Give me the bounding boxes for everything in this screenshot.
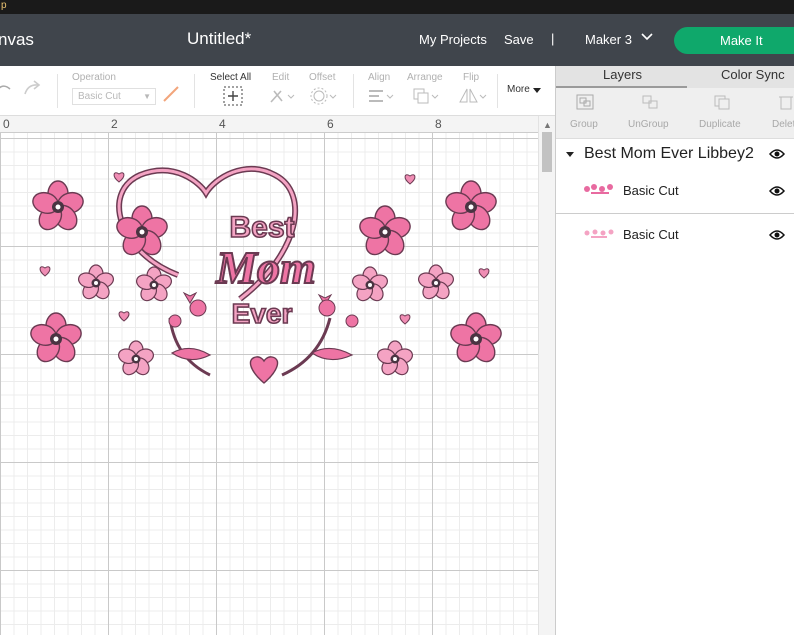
titlebar-text: p (1, 0, 7, 11)
tab-color-sync[interactable]: Color Sync (721, 67, 785, 82)
align-label: Align (368, 72, 391, 83)
undo-icon[interactable] (0, 80, 12, 98)
document-title[interactable]: Untitled* (187, 29, 251, 49)
more-menu[interactable]: More (507, 84, 530, 95)
machine-selector[interactable]: Maker 3 (585, 32, 632, 47)
dropdown-arrow-icon: ▼ (143, 92, 151, 101)
tab-layers[interactable]: Layers (603, 67, 642, 82)
flip-icon[interactable] (457, 87, 487, 105)
group-label[interactable]: Group (570, 119, 598, 130)
ungroup-label[interactable]: UnGroup (628, 119, 669, 130)
layer-thumbnail (584, 184, 613, 194)
toolbar-divider (194, 74, 195, 108)
layer-name: Basic Cut (623, 183, 679, 198)
toolbar-divider (57, 74, 58, 108)
layer-actions-bar: Group UnGroup Duplicate Delete (556, 88, 794, 139)
design-text-mom: Mom (215, 242, 316, 293)
layer-thumbnail (584, 229, 614, 238)
chevron-down-icon[interactable] (640, 30, 654, 44)
ruler-number: 2 (111, 117, 118, 131)
ungroup-icon[interactable] (641, 94, 659, 110)
ruler-number: 8 (435, 117, 442, 131)
window-titlebar: p (0, 0, 794, 14)
duplicate-label[interactable]: Duplicate (699, 119, 741, 130)
horizontal-ruler: 0 2 4 6 8 (0, 116, 538, 133)
my-projects-link[interactable]: My Projects (419, 32, 487, 47)
visibility-eye-icon[interactable] (769, 148, 785, 160)
offset-label: Offset (309, 72, 336, 83)
design-canvas[interactable]: Best Mom Ever (0, 133, 538, 635)
delete-icon[interactable] (779, 94, 793, 110)
ruler-number: 6 (327, 117, 334, 131)
align-icon[interactable] (367, 87, 395, 105)
design-text-best: Best (229, 211, 294, 244)
duplicate-icon[interactable] (713, 94, 731, 110)
arrange-icon[interactable] (412, 87, 440, 105)
layers-panel: Layers Color Sync Group UnGroup Duplicat… (555, 66, 794, 635)
layer-item[interactable]: Basic Cut (556, 171, 794, 213)
visibility-eye-icon[interactable] (769, 229, 785, 241)
panel-tabs: Layers Color Sync (556, 66, 794, 88)
scrollbar-thumb[interactable] (542, 132, 552, 172)
offset-icon[interactable] (310, 87, 338, 105)
caret-down-icon[interactable] (533, 88, 541, 94)
ruler-number: 4 (219, 117, 226, 131)
save-link[interactable]: Save (504, 32, 534, 47)
toolbar-divider (353, 74, 354, 108)
layer-group-row[interactable]: Best Mom Ever Libbey2 (556, 139, 794, 171)
arrange-label: Arrange (407, 72, 443, 83)
layer-group-name: Best Mom Ever Libbey2 (584, 145, 754, 162)
make-it-button[interactable]: Make It (674, 27, 794, 54)
best-mom-ever-design[interactable]: Best Mom Ever (0, 133, 538, 635)
flip-label: Flip (463, 72, 480, 83)
group-icon[interactable] (576, 94, 594, 110)
ruler-number: 0 (3, 117, 10, 131)
design-text-ever: Ever (232, 298, 293, 329)
collapse-caret-icon[interactable] (566, 152, 574, 158)
redo-icon[interactable] (22, 78, 44, 98)
scroll-up-icon[interactable]: ▲ (543, 120, 552, 130)
app-header: nvas Untitled* My Projects Save | Maker … (0, 14, 794, 66)
edit-label: Edit (272, 72, 290, 83)
operation-color-swatch-icon[interactable] (162, 85, 180, 103)
edit-icon[interactable] (268, 87, 296, 105)
operation-value: Basic Cut (78, 91, 121, 102)
layer-name: Basic Cut (623, 227, 679, 242)
operation-select[interactable]: Basic Cut ▼ (72, 88, 156, 105)
select-all-label[interactable]: Select All (210, 72, 251, 83)
header-separator: | (551, 31, 555, 46)
select-all-icon[interactable] (223, 86, 243, 106)
toolbar-divider (497, 74, 498, 108)
visibility-eye-icon[interactable] (769, 185, 785, 197)
app-name: nvas (0, 30, 34, 49)
operation-label: Operation (72, 72, 116, 83)
vertical-scrollbar[interactable]: ▲ (538, 116, 555, 635)
delete-label[interactable]: Delete (772, 119, 794, 130)
layer-item[interactable]: Basic Cut (556, 213, 794, 255)
